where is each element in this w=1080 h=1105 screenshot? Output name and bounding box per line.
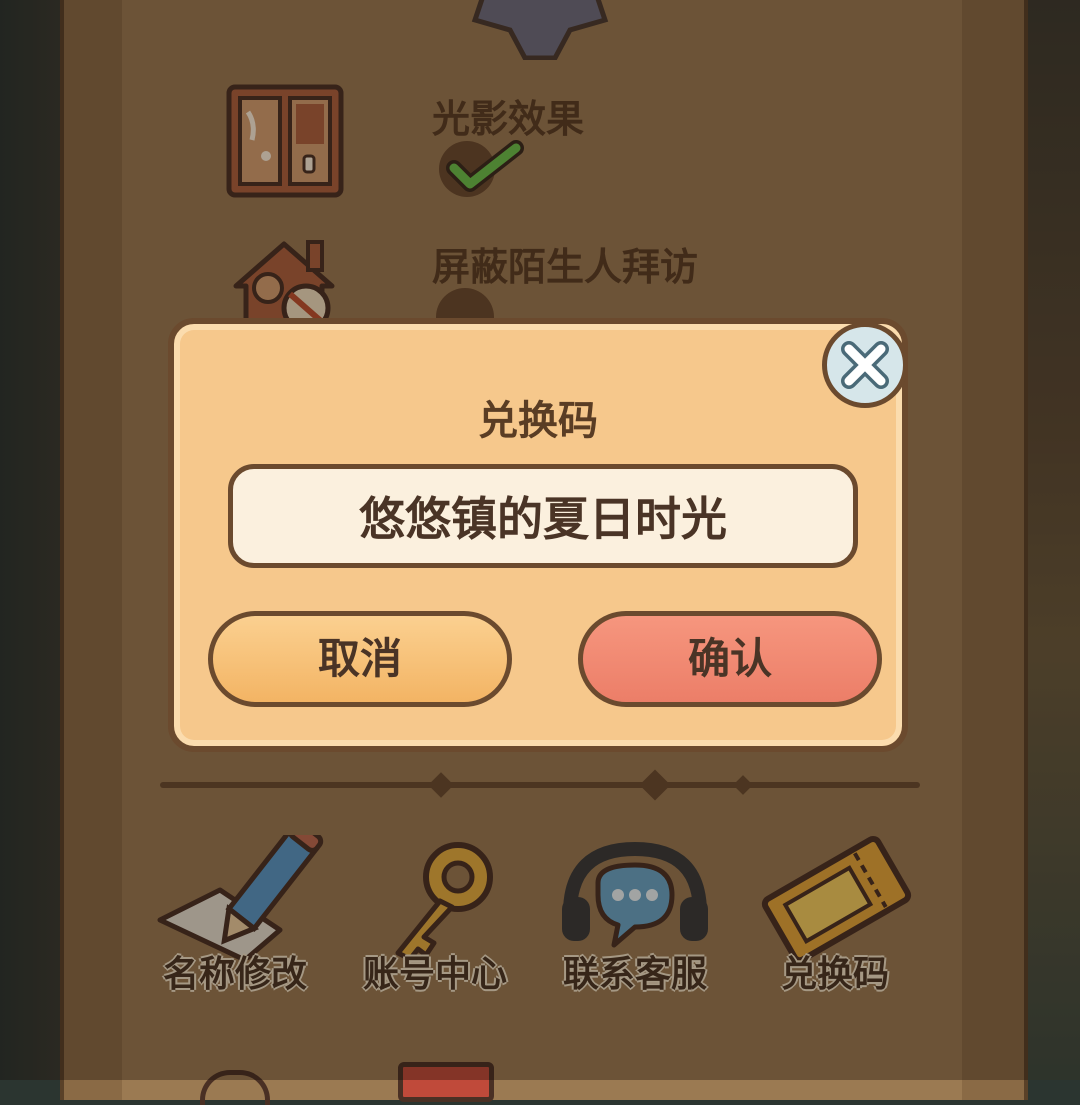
close-icon bbox=[841, 341, 889, 389]
redeem-code-dialog: 兑换码 取消 确认 bbox=[168, 318, 908, 752]
cancel-button[interactable]: 取消 bbox=[208, 611, 512, 707]
dialog-title: 兑换码 bbox=[478, 398, 598, 444]
confirm-button[interactable]: 确认 bbox=[578, 611, 882, 707]
close-dialog-button[interactable] bbox=[822, 322, 908, 408]
redeem-code-input[interactable] bbox=[228, 464, 858, 568]
